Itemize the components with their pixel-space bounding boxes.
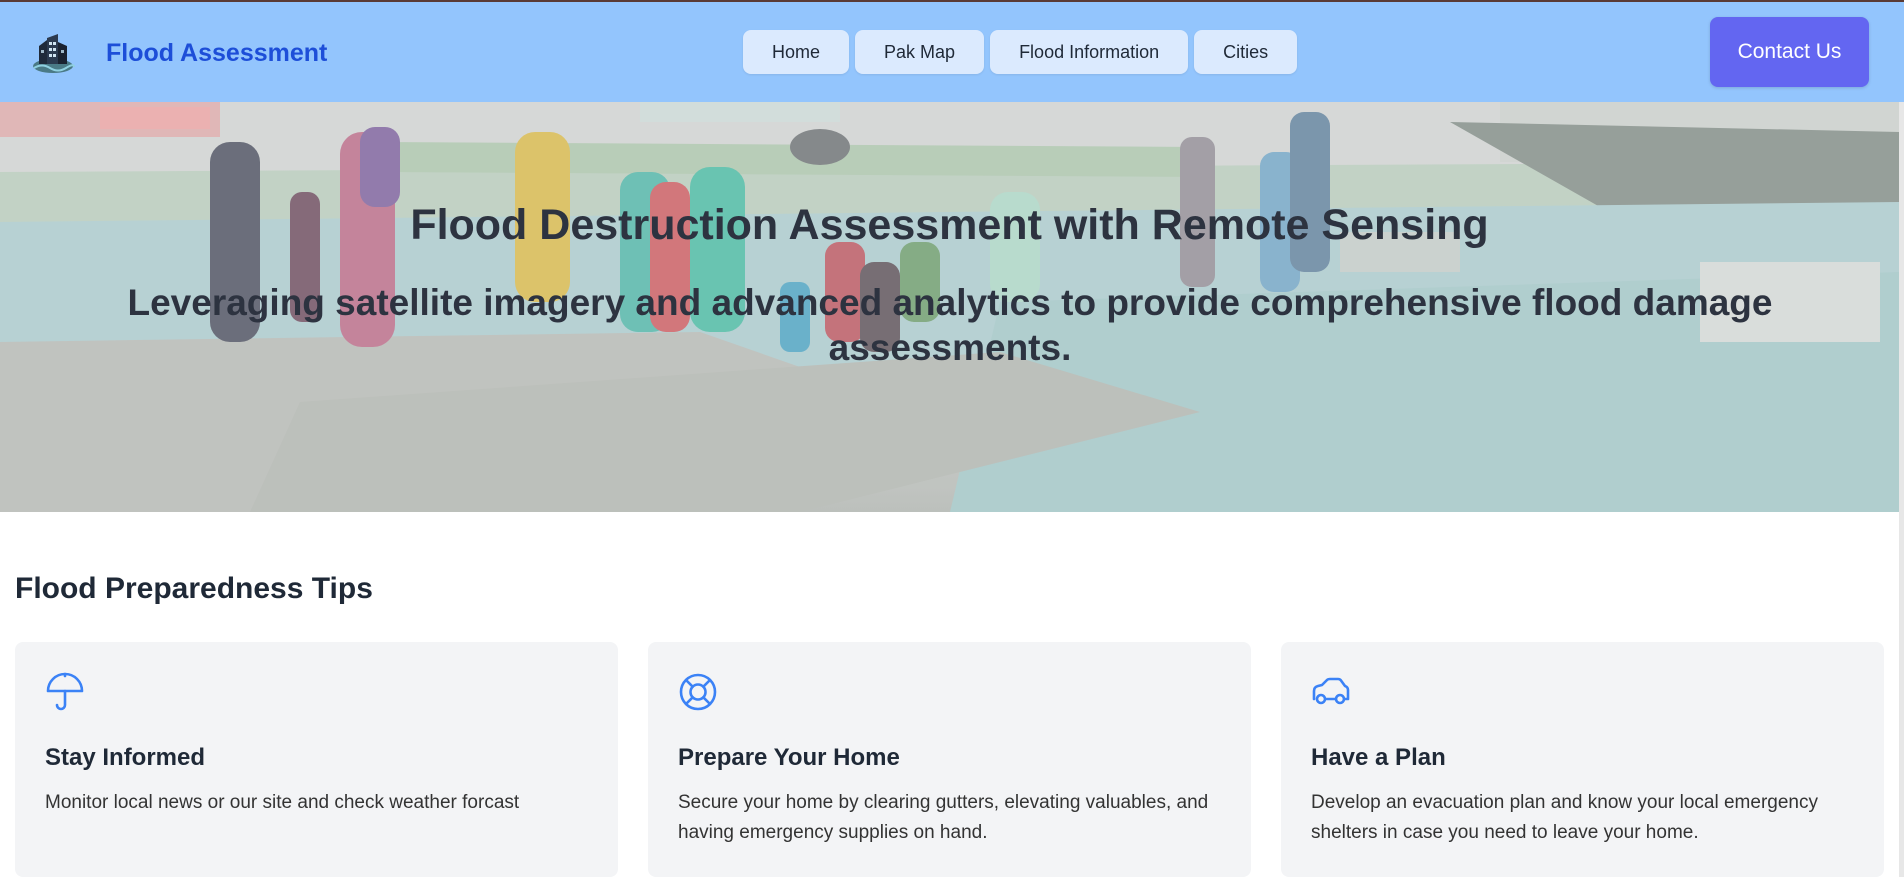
tip-card-prepare-home: Prepare Your Home Secure your home by cl… [648,642,1251,877]
contact-us-button[interactable]: Contact Us [1710,17,1869,87]
hero-banner: Flood Destruction Assessment with Remote… [0,102,1899,512]
tip-card-stay-informed: Stay Informed Monitor local news or our … [15,642,618,877]
tip-card-title: Stay Informed [45,744,206,771]
tips-heading: Flood Preparedness Tips [15,572,373,605]
tip-card-title: Have a Plan [1311,744,1446,771]
nav-home-button[interactable]: Home [743,30,850,74]
tip-card-title: Prepare Your Home [678,744,900,771]
lifebuoy-icon [679,673,717,711]
nav-flood-information-button[interactable]: Flood Information [990,30,1189,74]
brand-name: Flood Assessment [106,38,328,67]
tip-card-text: Monitor local news or our site and check… [45,792,520,813]
umbrella-icon [46,672,84,711]
building-logo-icon [33,34,75,73]
nav-cities-button[interactable]: Cities [1194,30,1298,74]
hero-title: Flood Destruction Assessment with Remote… [410,201,1489,249]
brand[interactable]: Flood Assessment [30,30,327,76]
main-nav: Home Pak Map Flood Information Cities [743,30,1298,74]
site-header: Flood Assessment Home Pak Map Flood Info… [0,2,1904,102]
tip-card-text: Secure your home by clearing gutters, el… [678,792,1209,843]
tip-card-text: Develop an evacuation plan and know your… [1311,792,1818,843]
car-icon [1312,677,1350,705]
tip-card-have-a-plan: Have a Plan Develop an evacuation plan a… [1281,642,1884,877]
nav-pak-map-button[interactable]: Pak Map [855,30,985,74]
page-scrollbar[interactable] [1899,102,1904,877]
hero-subtitle: Leveraging satellite imagery and advance… [127,282,1773,368]
